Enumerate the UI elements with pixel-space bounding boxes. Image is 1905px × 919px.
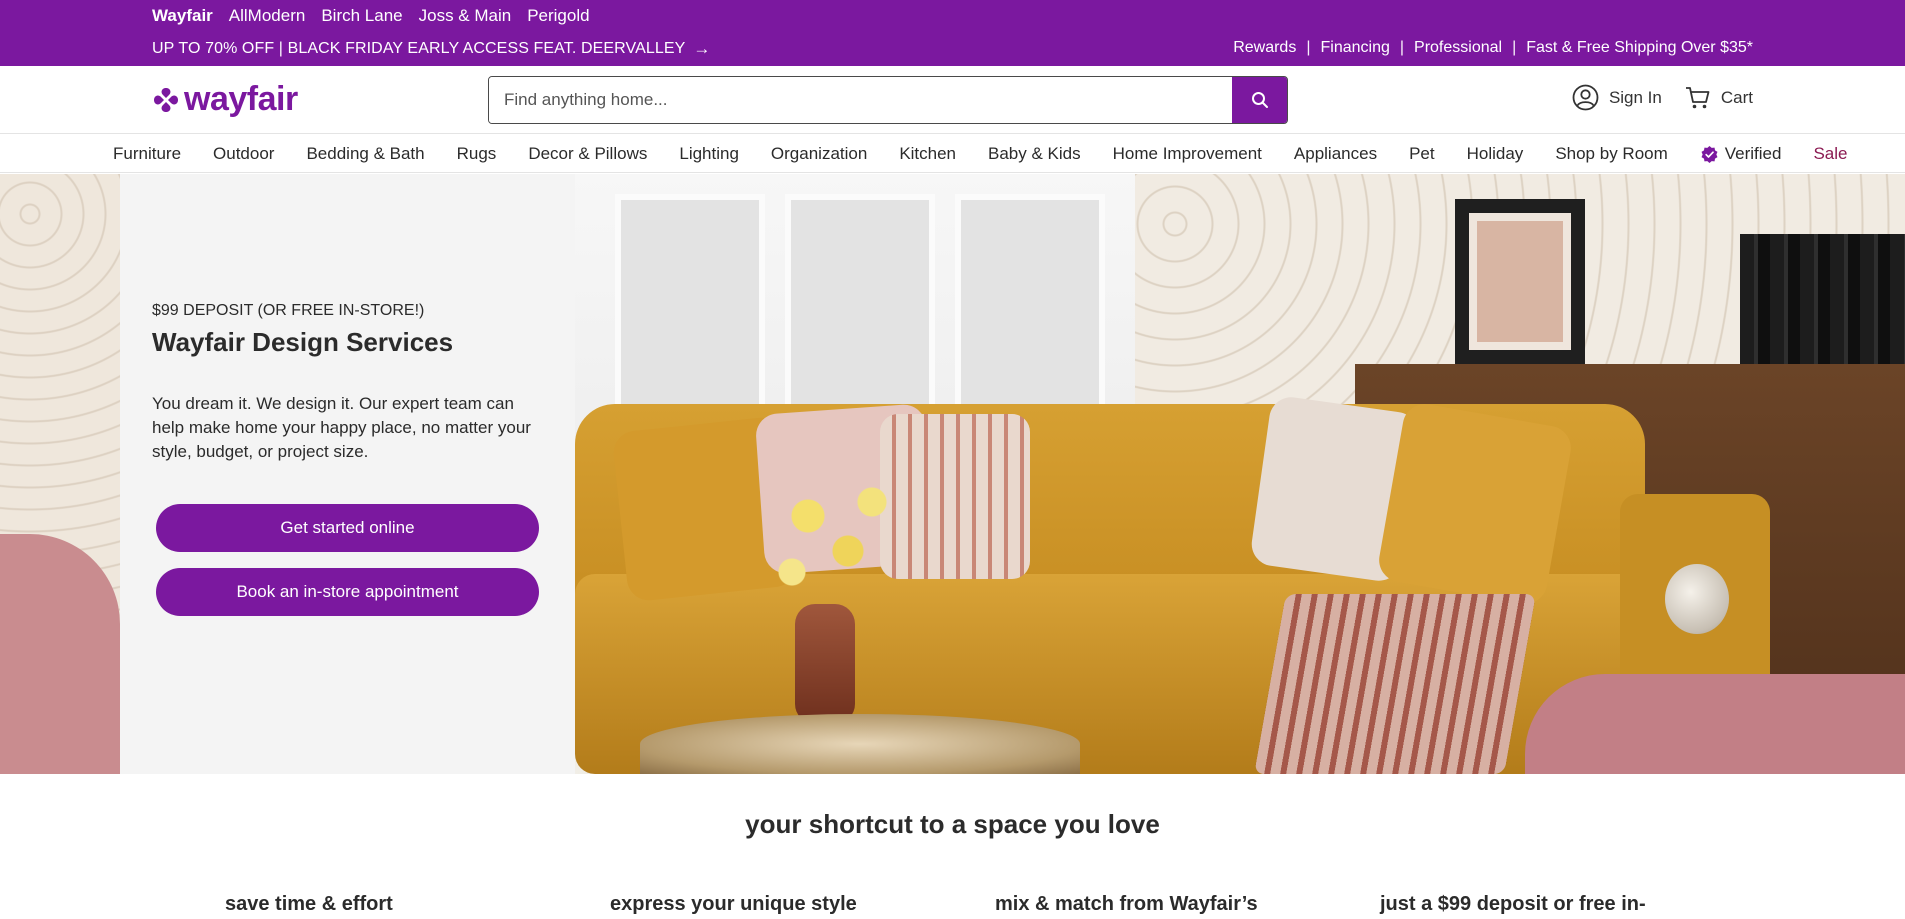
brand-link-perigold[interactable]: Perigold: [527, 6, 589, 26]
nav-item-sale[interactable]: Sale: [1813, 144, 1847, 164]
hero-image-throw: [1254, 594, 1536, 774]
divider: |: [1512, 39, 1517, 56]
hero-image-chair: [0, 534, 120, 774]
nav-item-home-improvement[interactable]: Home Improvement: [1113, 144, 1262, 164]
nav-item-decor-pillows[interactable]: Decor & Pillows: [528, 144, 647, 164]
cart-icon: [1685, 87, 1710, 109]
cart-button[interactable]: Cart: [1684, 84, 1753, 111]
design-services-panel: $99 DEPOSIT (OR FREE IN-STORE!) Wayfair …: [120, 174, 575, 774]
feature-title: mix & match from Wayfair’s: [995, 893, 1258, 915]
hero-image-frame: [1455, 199, 1585, 364]
nav-item-appliances[interactable]: Appliances: [1294, 144, 1377, 164]
promo-link[interactable]: UP TO 70% OFF | BLACK FRIDAY EARLY ACCES…: [152, 39, 711, 59]
nav-item-furniture[interactable]: Furniture: [113, 144, 181, 164]
nav-item-holiday[interactable]: Holiday: [1467, 144, 1524, 164]
search-button[interactable]: [1232, 77, 1287, 123]
nav-item-organization[interactable]: Organization: [771, 144, 867, 164]
section-heading: your shortcut to a space you love: [745, 809, 1160, 839]
brand-link-joss-main[interactable]: Joss & Main: [419, 6, 512, 26]
nav-item-kitchen[interactable]: Kitchen: [899, 144, 956, 164]
search-input[interactable]: [489, 77, 1232, 123]
cart-label: Cart: [1720, 87, 1753, 107]
hero-image-chair: [1525, 674, 1905, 774]
wayfair-pinwheel-icon: [154, 87, 178, 112]
nav-item-shop-by-room[interactable]: Shop by Room: [1555, 144, 1667, 164]
hero-image-books: [1740, 234, 1905, 364]
shipping-link[interactable]: Fast & Free Shipping Over $35*: [1526, 39, 1753, 57]
get-started-online-button[interactable]: Get started online: [156, 504, 539, 552]
hero-image-coffee-table: [640, 714, 1080, 774]
divider: |: [1306, 39, 1311, 56]
nav-item-verified-label: Verified: [1724, 144, 1782, 163]
brand-switcher: Wayfair AllModern Birch Lane Joss & Main…: [152, 6, 590, 26]
nav-item-verified[interactable]: Verified: [1700, 144, 1782, 164]
nav-item-bedding-bath[interactable]: Bedding & Bath: [306, 144, 424, 164]
hero-image-vase: [795, 604, 855, 724]
rewards-link[interactable]: Rewards: [1233, 39, 1296, 57]
nav-item-rugs[interactable]: Rugs: [457, 144, 497, 164]
user-icon: [1572, 84, 1599, 111]
hero-image-flowers: [760, 474, 920, 614]
brand-link-allmodern[interactable]: AllModern: [229, 6, 306, 26]
nav-item-lighting[interactable]: Lighting: [679, 144, 739, 164]
hero-eyebrow: $99 DEPOSIT (OR FREE IN-STORE!): [152, 302, 425, 319]
professional-link[interactable]: Professional: [1414, 39, 1502, 57]
brand-link-wayfair[interactable]: Wayfair: [152, 6, 213, 26]
divider: |: [1399, 39, 1405, 56]
arrow-right-icon: →: [693, 39, 711, 58]
search-icon: [1251, 92, 1268, 108]
sign-in-label: Sign In: [1608, 87, 1662, 107]
site-header: wayfair Sign In Cart: [0, 66, 1905, 134]
feature-title: save time & effort: [225, 893, 393, 915]
sign-in-button[interactable]: Sign In: [1572, 84, 1662, 111]
hero-title: Wayfair Design Services: [152, 327, 454, 357]
financing-link[interactable]: Financing: [1320, 39, 1389, 57]
hero-image-pillow: [1375, 400, 1575, 608]
feature-title: just a $99 deposit or free in-: [1380, 893, 1646, 915]
brand-link-birch-lane[interactable]: Birch Lane: [321, 6, 402, 26]
account-area: Sign In Cart: [1572, 84, 1753, 111]
logo-wordmark: wayfair: [184, 80, 298, 118]
promo-text: UP TO 70% OFF | BLACK FRIDAY EARLY ACCES…: [152, 40, 686, 57]
category-nav: Furniture Outdoor Bedding & Bath Rugs De…: [0, 135, 1905, 173]
top-promo-bar: Wayfair AllModern Birch Lane Joss & Main…: [0, 0, 1905, 66]
hero-banner: $99 DEPOSIT (OR FREE IN-STORE!) Wayfair …: [0, 174, 1905, 774]
nav-item-outdoor[interactable]: Outdoor: [213, 144, 274, 164]
nav-item-pet[interactable]: Pet: [1409, 144, 1435, 164]
book-appointment-button[interactable]: Book an in-store appointment: [156, 568, 539, 616]
nav-item-baby-kids[interactable]: Baby & Kids: [988, 144, 1081, 164]
wayfair-logo[interactable]: wayfair: [152, 80, 298, 119]
verified-badge-icon: [1701, 145, 1718, 163]
hero-image-lamp: [1665, 564, 1729, 634]
hero-description: You dream it. We design it. Our expert t…: [152, 394, 531, 461]
feature-title: express your unique style: [610, 893, 857, 915]
search-bar: [488, 76, 1288, 124]
utility-links: Rewards | Financing | Professional | Fas…: [1233, 39, 1753, 57]
